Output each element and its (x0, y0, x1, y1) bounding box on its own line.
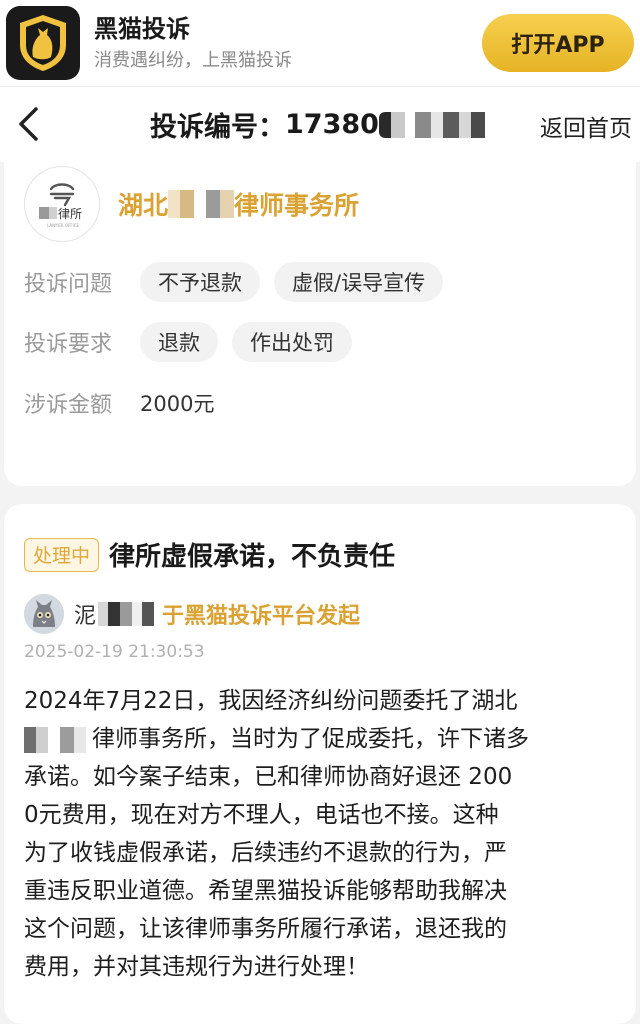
amount-label: 涉诉金额 (24, 393, 113, 418)
complaint-card: 处理中 律所虚假承诺，不负责任 泥 于黑猫投诉平台发起 2025-02-19 2… (4, 504, 636, 1024)
body-line: 0元费用，现在对方不理人，电话也不接。这种 (24, 802, 499, 828)
app-info: 黑猫投诉 消费遇纠纷，上黑猫投诉 (94, 14, 482, 72)
body-line: 承诺。如今案子结束，已和律师协商好退还 200 (24, 764, 513, 790)
body-line: 费用，并对其违规行为进行处理！ (24, 954, 369, 980)
user-name-visible: 泥 (74, 604, 97, 629)
complaint-header: 处理中 律所虚假承诺，不负责任 (24, 536, 395, 573)
open-app-button[interactable]: 打开APP (482, 14, 634, 72)
requests-row: 投诉要求 退款 作出处罚 (24, 322, 366, 362)
svg-text:LAWYER OFFICE: LAWYER OFFICE (47, 223, 80, 228)
company-logo: 律所 LAWYER OFFICE (24, 166, 100, 242)
nav-bar: 投诉编号： 17380 返回首页 (0, 86, 640, 162)
redaction-mosaic (98, 602, 155, 626)
status-badge: 处理中 (24, 537, 100, 572)
body-line: 重违反职业道德。希望黑猫投诉能够帮助我解决 (24, 878, 507, 904)
user-name: 泥 (74, 598, 155, 630)
body-line: 律师事务所，当时为了促成委托，许下诸多 (92, 726, 529, 752)
issue-tag: 不予退款 (140, 262, 260, 302)
company-name-suffix: 律师事务所 (234, 191, 360, 220)
company-name-prefix: 湖北 (118, 191, 169, 220)
author-row: 泥 于黑猫投诉平台发起 (24, 594, 360, 634)
timestamp: 2025-02-19 21:30:53 (24, 642, 205, 662)
app-slogan: 消费遇纠纷，上黑猫投诉 (94, 50, 292, 71)
app-name: 黑猫投诉 (94, 15, 190, 43)
redaction-mosaic (24, 726, 92, 753)
body-line: 为了收钱虚假承诺，后续违约不退款的行为，严 (24, 840, 507, 866)
redaction-mosaic (168, 190, 235, 218)
company-name[interactable]: 湖北 律师事务所 (118, 186, 359, 222)
issues-label: 投诉问题 (24, 272, 113, 297)
issue-tag: 虚假/误导宣传 (274, 262, 444, 302)
back-button[interactable] (6, 99, 50, 149)
request-tag: 作出处罚 (232, 322, 352, 362)
svg-text:律所: 律所 (58, 207, 82, 221)
amount-row: 涉诉金额 2000元 (24, 387, 214, 419)
issues-row: 投诉问题 不予退款 虚假/误导宣传 (24, 262, 457, 302)
chevron-left-icon (19, 107, 38, 141)
amount-value: 2000元 (140, 392, 215, 416)
black-cat-shield-icon (20, 15, 66, 71)
platform-source: 于黑猫投诉平台发起 (162, 604, 361, 629)
app-download-banner: 黑猫投诉 消费遇纠纷，上黑猫投诉 打开APP (0, 0, 640, 86)
home-link[interactable]: 返回首页 (540, 109, 632, 143)
company-card: 律所 LAWYER OFFICE 湖北 律师事务所 投诉问题 不予退款 虚假/误… (4, 162, 636, 486)
avatar[interactable] (24, 594, 64, 634)
complaint-number: 17380 (285, 109, 379, 140)
complaint-title: 律所虚假承诺，不负责任 (109, 542, 396, 572)
law-firm-logo-icon: 律所 LAWYER OFFICE (39, 183, 82, 228)
complaint-body: 2024年7月22日，我因经济纠纷问题委托了湖北 律师事务所，当时为了促成委托，… (24, 682, 624, 986)
requests-label: 投诉要求 (24, 332, 113, 357)
body-line-redacted: 律师事务所，当时为了促成委托，许下诸多 (24, 720, 624, 758)
body-line: 2024年7月22日，我因经济纠纷问题委托了湖北 (24, 688, 518, 714)
page-title: 投诉编号： 17380 (150, 105, 485, 144)
cat-avatar-icon (24, 594, 64, 634)
complaint-number-label: 投诉编号： (150, 112, 285, 143)
request-tag: 退款 (140, 322, 218, 362)
redaction-mosaic (378, 111, 485, 138)
app-logo[interactable] (6, 6, 80, 80)
body-line: 这个问题，让该律师事务所履行承诺，退还我的 (24, 916, 507, 942)
company-header[interactable]: 律所 LAWYER OFFICE 湖北 律师事务所 (24, 166, 359, 242)
